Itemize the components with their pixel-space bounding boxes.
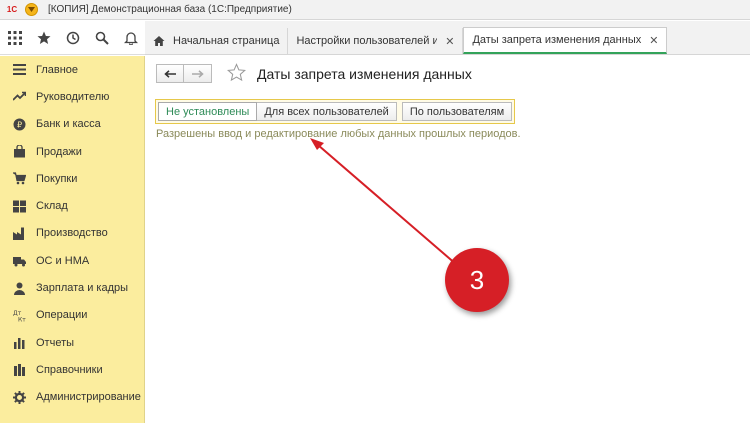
close-icon[interactable]: ✕ bbox=[445, 35, 454, 48]
tab-label: Даты запрета изменения данных bbox=[472, 34, 642, 46]
main-menu-button[interactable] bbox=[25, 3, 38, 16]
status-text: Разрешены ввод и редактирование любых да… bbox=[156, 128, 521, 140]
sidebar-item-label: Зарплата и кадры bbox=[36, 282, 129, 295]
arrow-right-icon bbox=[191, 69, 204, 78]
history-button[interactable] bbox=[58, 21, 87, 55]
sidebar-item-operations[interactable]: Дт Кт Операции bbox=[0, 302, 144, 329]
notifications-button[interactable] bbox=[116, 21, 145, 55]
sidebar-item-label: Справочники bbox=[36, 363, 103, 376]
mode-all-users-button[interactable]: Для всех пользователей bbox=[257, 102, 397, 121]
favorites-button[interactable] bbox=[29, 21, 58, 55]
sidebar-item-label: Покупки bbox=[36, 172, 78, 185]
cart-icon bbox=[12, 172, 26, 186]
apps-grid-button[interactable] bbox=[0, 21, 29, 55]
boxes-icon bbox=[12, 199, 26, 213]
chevron-down-icon bbox=[28, 7, 35, 12]
sidebar-item-salary[interactable]: Зарплата и кадры bbox=[0, 274, 144, 301]
sidebar-item-label: Администрирование bbox=[36, 391, 141, 404]
sidebar-item-reports[interactable]: Отчеты bbox=[0, 329, 144, 356]
sidebar-item-label: Банк и касса bbox=[36, 118, 101, 131]
search-button[interactable] bbox=[87, 21, 116, 55]
sidebar-item-label: Операции bbox=[36, 309, 88, 322]
books-icon bbox=[12, 363, 26, 377]
sidebar-item-label: Отчеты bbox=[36, 336, 75, 349]
sidebar-item-purchases[interactable]: Покупки bbox=[0, 165, 144, 192]
apps-grid-icon bbox=[7, 30, 22, 45]
svg-text:Кт: Кт bbox=[18, 316, 26, 322]
sidebar-item-main[interactable]: Главное bbox=[0, 56, 144, 83]
sidebar-item-administration[interactable]: Администрирование bbox=[0, 384, 144, 411]
back-button[interactable] bbox=[156, 64, 184, 83]
gear-icon bbox=[12, 390, 26, 404]
factory-icon bbox=[12, 226, 26, 240]
person-icon bbox=[12, 281, 26, 295]
tab-closing-dates[interactable]: Даты запрета изменения данных ✕ bbox=[463, 27, 668, 54]
tab-home[interactable]: Начальная страница bbox=[145, 28, 289, 54]
menu-lines-icon bbox=[12, 63, 26, 77]
bar-chart-icon bbox=[12, 336, 26, 350]
window-title: [КОПИЯ] Демонстрационная база (1С:Предпр… bbox=[48, 4, 292, 15]
truck-icon bbox=[12, 254, 26, 268]
star-icon[interactable] bbox=[227, 63, 246, 82]
sidebar-item-director[interactable]: Руководителю bbox=[0, 83, 144, 110]
bell-icon bbox=[123, 31, 138, 45]
search-icon bbox=[95, 31, 109, 45]
forward-button[interactable] bbox=[184, 64, 212, 83]
close-icon[interactable]: ✕ bbox=[649, 34, 658, 47]
history-icon bbox=[66, 31, 79, 44]
sidebar-item-sales[interactable]: Продажи bbox=[0, 138, 144, 165]
page-title: Даты запрета изменения данных bbox=[257, 66, 472, 82]
app-logo: 1С bbox=[6, 5, 18, 14]
arrow-left-icon bbox=[164, 69, 176, 78]
sidebar: Главное Руководителю ₽ Банк и касса Прод… bbox=[0, 56, 145, 423]
navigation-buttons bbox=[156, 64, 212, 83]
home-icon bbox=[153, 36, 165, 46]
top-icon-toolbar bbox=[0, 21, 145, 55]
svg-text:₽: ₽ bbox=[16, 120, 21, 129]
coin-icon: ₽ bbox=[12, 117, 26, 131]
sidebar-item-warehouse[interactable]: Склад bbox=[0, 192, 144, 219]
sidebar-item-production[interactable]: Производство bbox=[0, 220, 144, 247]
tab-label: Начальная страница bbox=[173, 35, 280, 47]
sidebar-item-label: ОС и НМА bbox=[36, 254, 90, 267]
tab-label: Настройки пользователей и прав bbox=[296, 35, 438, 47]
tab-user-settings[interactable]: Настройки пользователей и прав ✕ bbox=[288, 28, 464, 54]
trend-icon bbox=[12, 90, 26, 104]
sidebar-item-label: Руководителю bbox=[36, 90, 110, 103]
sidebar-item-bank[interactable]: ₽ Банк и касса bbox=[0, 111, 144, 138]
window-title-bar: 1С [КОПИЯ] Демонстрационная база (1С:Пре… bbox=[0, 0, 750, 20]
main-content: Даты запрета изменения данных Не установ… bbox=[146, 56, 750, 423]
sidebar-item-label: Производство bbox=[36, 227, 108, 240]
mode-selector: Не установлены Для всех пользователей По… bbox=[155, 99, 516, 124]
mode-by-users-button[interactable]: По пользователям bbox=[401, 102, 513, 121]
sidebar-item-label: Продажи bbox=[36, 145, 82, 158]
sidebar-item-assets[interactable]: ОС и НМА bbox=[0, 247, 144, 274]
tab-bar: Начальная страница Настройки пользовател… bbox=[145, 21, 750, 55]
mode-not-set-button[interactable]: Не установлены bbox=[158, 102, 258, 121]
sidebar-item-label: Главное bbox=[36, 63, 79, 76]
star-icon bbox=[37, 31, 50, 44]
dt-kt-icon: Дт Кт bbox=[12, 308, 26, 322]
bag-icon bbox=[12, 145, 26, 159]
sidebar-item-catalogs[interactable]: Справочники bbox=[0, 356, 144, 383]
sidebar-item-label: Склад bbox=[36, 200, 68, 213]
annotation-badge: 3 bbox=[445, 248, 509, 312]
